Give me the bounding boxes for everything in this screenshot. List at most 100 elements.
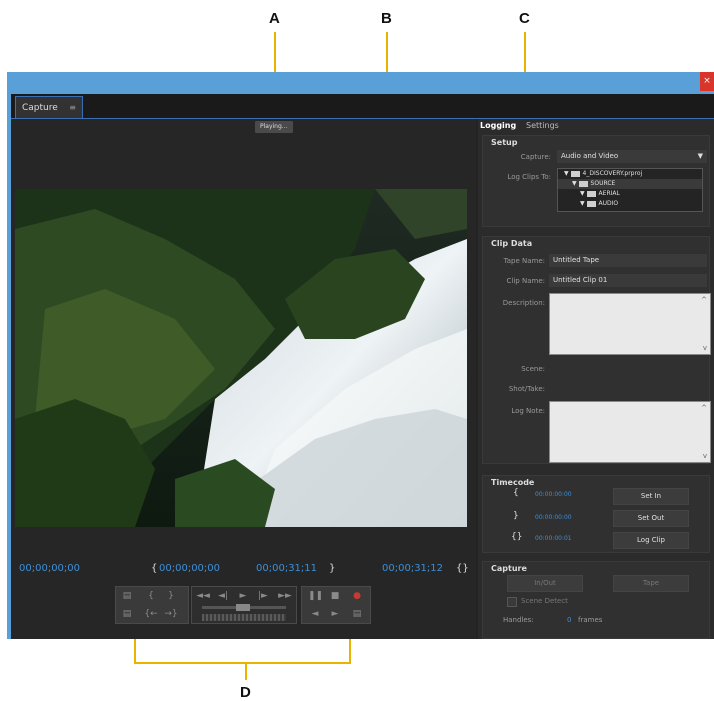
tape-name-field[interactable]: Untitled Tape [549, 254, 707, 267]
bin-name: SOURCE [590, 180, 616, 187]
capture-label: Capture: [520, 153, 551, 161]
capture-window: × Capture ≡ Playing... 00;00;00;00 {00;… [7, 72, 714, 639]
out-bracket-icon: } [329, 563, 336, 574]
capture-title: Capture [491, 564, 527, 573]
playback-control-group: ◄◄ ◄| ► |► ►► [191, 586, 297, 624]
bin-row[interactable]: ▼ 4_DISCOVERY.prproj [558, 169, 702, 179]
log-note-field[interactable]: ^ v [549, 401, 711, 463]
river-forest-image [15, 189, 467, 527]
playing-status: Playing... [255, 121, 293, 133]
duration-icon: {} [511, 532, 523, 542]
folder-icon [578, 180, 588, 187]
setup-section: Setup Capture: Audio and Video ▼ Log Cli… [482, 135, 710, 227]
clip-name-label: Clip Name: [506, 277, 545, 285]
description-field[interactable]: ^ v [549, 293, 711, 355]
log-clip-button[interactable]: Log Clip [613, 532, 689, 549]
window-body: Capture ≡ Playing... 00;00;00;00 {00;00… [11, 94, 714, 639]
in-out-capture-button[interactable]: In/Out [507, 575, 583, 592]
clip-data-section: Clip Data Tape Name: Untitled Tape Clip … [482, 236, 711, 464]
capture-section: Capture In/Out Tape Scene Detect Handles… [482, 561, 710, 639]
shuttle-slider[interactable] [202, 604, 286, 611]
bin-row[interactable]: ▼ AERIAL [558, 189, 702, 199]
step-back-button[interactable]: ◄| [216, 591, 230, 601]
scroll-up-icon[interactable]: ^ [701, 404, 707, 412]
set-in-button[interactable]: { [144, 591, 158, 601]
scroll-down-icon[interactable]: v [703, 452, 707, 460]
handles-value[interactable]: 0 [567, 616, 571, 624]
callout-b: B [381, 10, 392, 27]
clapboard-icon[interactable]: ▤ [120, 609, 134, 619]
stop-button[interactable]: ■ [328, 591, 342, 601]
capture-select[interactable]: Audio and Video ▼ [557, 150, 707, 163]
folder-icon [586, 200, 596, 207]
clip-data-title: Clip Data [491, 239, 533, 248]
in-point-icon: { [513, 488, 519, 498]
callout-d: D [240, 684, 251, 701]
record-button[interactable]: ● [350, 591, 364, 601]
out-point-icon: } [513, 511, 519, 521]
goto-out-button[interactable]: →} [164, 609, 178, 619]
record-control-group: ❚❚ ■ ● ◄ ► ▤ [301, 586, 371, 624]
capture-select-value: Audio and Video [561, 152, 619, 160]
setup-title: Setup [491, 138, 518, 147]
bin-name: AUDIO [598, 200, 619, 207]
in-point-timecode[interactable]: 00;00;00;00 [159, 563, 220, 574]
duration-icon: {} [456, 563, 469, 574]
in-timecode-value[interactable]: 00:00:00:00 [535, 491, 572, 498]
tab-capture[interactable]: Capture ≡ [15, 96, 83, 118]
scene-detect-checkbox[interactable] [507, 597, 517, 607]
clapboard-icon[interactable]: ▤ [120, 591, 134, 601]
duration-timecode-value[interactable]: 00:00:00:01 [535, 535, 572, 542]
bin-tree[interactable]: ▼ 4_DISCOVERY.prproj ▼ SOURCE ▼ AERIAL ▼… [557, 168, 703, 212]
jog-wheel[interactable] [202, 614, 286, 621]
play-button[interactable]: ► [236, 591, 250, 601]
set-out-button[interactable]: } [164, 591, 178, 601]
panel-menu-icon[interactable]: ≡ [69, 97, 76, 119]
duration-timecode[interactable]: 00;00;31;12 [382, 563, 443, 574]
shuttle-left-button[interactable]: ◄ [308, 609, 322, 619]
log-note-label: Log Note: [511, 407, 545, 415]
panel-tabs: Logging Settings [478, 119, 714, 133]
handles-unit: frames [578, 616, 603, 624]
callout-c: C [519, 10, 530, 27]
in-out-control-group: ▤ { } ▤ {← →} [115, 586, 189, 624]
set-in-button[interactable]: Set In [613, 488, 689, 505]
fast-forward-button[interactable]: ►► [276, 591, 294, 601]
tape-capture-button[interactable]: Tape [613, 575, 689, 592]
out-point-timecode[interactable]: 00;00;31;11 [256, 563, 317, 574]
bin-row[interactable]: ▼ SOURCE [558, 179, 702, 189]
step-forward-button[interactable]: |► [256, 591, 270, 601]
out-timecode-value[interactable]: 00:00:00:00 [535, 514, 572, 521]
current-timecode[interactable]: 00;00;00;00 [19, 563, 80, 574]
callout-a: A [269, 10, 280, 27]
timecode-section: Timecode { 00:00:00:00 Set In } 00:00:00… [482, 475, 710, 553]
timecode-title: Timecode [491, 478, 535, 487]
rewind-button[interactable]: ◄◄ [194, 591, 212, 601]
shuttle-right-button[interactable]: ► [328, 609, 342, 619]
close-button[interactable]: × [700, 72, 714, 91]
folder-icon [586, 190, 596, 197]
scroll-down-icon[interactable]: v [703, 344, 707, 352]
tab-logging[interactable]: Logging [480, 119, 516, 133]
bin-row[interactable]: ▼ AUDIO [558, 199, 702, 209]
expand-icon: ▼ [572, 180, 577, 187]
callout-d-line-bottom [134, 662, 351, 664]
pause-button[interactable]: ❚❚ [308, 591, 323, 601]
description-label: Description: [502, 299, 545, 307]
set-out-button[interactable]: Set Out [613, 510, 689, 527]
clapboard-icon[interactable]: ▤ [350, 609, 364, 619]
capture-preview-area: Playing... 00;00;00;00 {00;00;00;00 00;… [11, 119, 476, 639]
in-bracket-icon: { [151, 563, 158, 574]
bin-name: AERIAL [598, 190, 620, 197]
shuttle-thumb[interactable] [236, 604, 250, 611]
video-preview [15, 189, 467, 527]
scroll-up-icon[interactable]: ^ [701, 296, 707, 304]
expand-icon: ▼ [580, 200, 585, 207]
logging-panel: Logging Settings Setup Capture: Audio an… [478, 119, 714, 639]
goto-in-button[interactable]: {← [144, 609, 158, 619]
tab-settings[interactable]: Settings [526, 119, 559, 133]
tape-name-label: Tape Name: [503, 257, 545, 265]
clip-name-field[interactable]: Untitled Clip 01 [549, 274, 707, 287]
shot-take-label: Shot/Take: [508, 385, 545, 393]
callout-d-line-stem [245, 662, 247, 680]
